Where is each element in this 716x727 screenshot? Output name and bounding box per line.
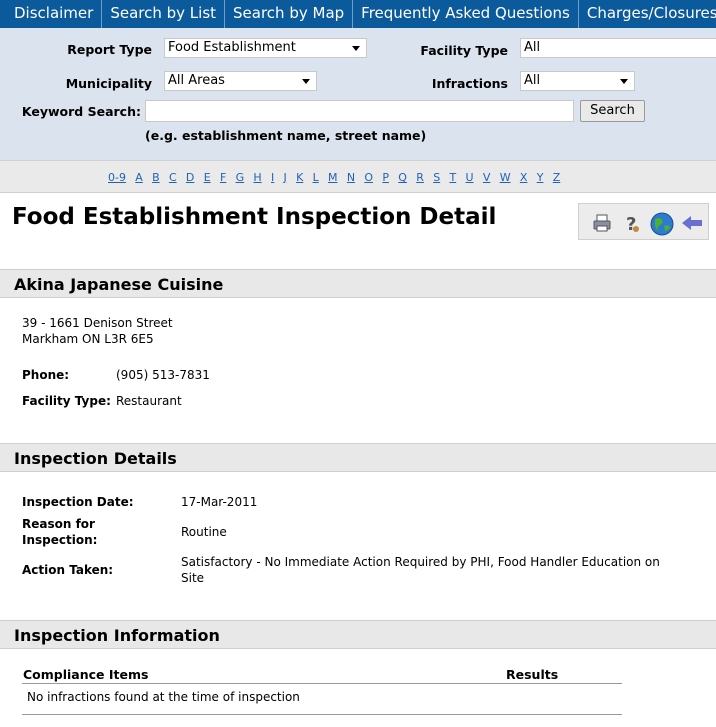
help-icon[interactable]: ? [621, 212, 643, 235]
inspection-info-bar: Inspection Information [0, 620, 716, 649]
keyword-search-input[interactable] [145, 100, 574, 122]
address-line-1: 39 - 1661 Denison Street [22, 316, 173, 330]
search-panel: Report Type Food Establishment Facility … [0, 28, 716, 160]
alpha-link[interactable]: S [433, 171, 440, 184]
alpha-link[interactable]: I [271, 171, 274, 184]
reason-value: Routine [181, 525, 227, 539]
chevron-down-icon [302, 79, 310, 84]
alpha-link[interactable]: J [284, 171, 287, 184]
infractions-value: All [524, 73, 541, 88]
top-nav: Disclaimer Search by List Search by Map … [0, 0, 716, 28]
establishment-section-bar: Akina Japanese Cuisine [0, 269, 716, 298]
alphabet-bar: 0-9 A B C D E F G H I J K L M N O P Q R S T U V W X Y Z [0, 160, 716, 193]
facility-type-detail-label: Facility Type: [22, 394, 111, 408]
nav-search-by-list[interactable]: Search by List [101, 0, 224, 28]
chevron-down-icon [352, 46, 360, 51]
results-header: Results [506, 667, 559, 682]
alpha-link[interactable]: E [204, 171, 211, 184]
alpha-link[interactable]: N [347, 171, 355, 184]
alpha-link[interactable]: B [152, 171, 160, 184]
alpha-link[interactable]: Z [553, 171, 561, 184]
alpha-link[interactable]: U [466, 171, 474, 184]
alpha-link[interactable]: L [313, 171, 319, 184]
report-type-select[interactable]: Food Establishment [164, 38, 367, 58]
alpha-link[interactable]: O [364, 171, 373, 184]
alpha-link[interactable]: M [328, 171, 338, 184]
municipality-label: Municipality [65, 76, 152, 91]
alpha-link[interactable]: V [483, 171, 491, 184]
alpha-link[interactable]: D [186, 171, 194, 184]
alpha-link[interactable]: K [296, 171, 303, 184]
keyword-label: Keyword Search: [21, 104, 141, 119]
compliance-row-text: No infractions found at the time of insp… [27, 690, 300, 704]
action-taken-label: Action Taken: [22, 563, 114, 577]
municipality-value: All Areas [168, 73, 225, 88]
nav-faq[interactable]: Frequently Asked Questions [352, 0, 578, 28]
infractions-select[interactable]: All [520, 71, 635, 91]
inspection-details-heading: Inspection Details [14, 449, 177, 468]
report-type-label: Report Type [67, 42, 152, 57]
address-line-2: Markham ON L3R 6E5 [22, 332, 154, 346]
alpha-link[interactable]: Y [537, 171, 544, 184]
facility-type-value: All [524, 40, 541, 55]
alpha-link[interactable]: C [169, 171, 177, 184]
action-taken-line-1: Satisfactory - No Immediate Action Requi… [181, 555, 660, 569]
alpha-link[interactable]: W [500, 171, 511, 184]
reason-label-line-2: Inspection: [22, 533, 98, 547]
facility-type-label: Facility Type [420, 43, 508, 58]
nav-disclaimer[interactable]: Disclaimer [0, 0, 101, 28]
alpha-link[interactable]: F [220, 171, 226, 184]
alpha-link[interactable]: A [135, 171, 143, 184]
compliance-items-header: Compliance Items [23, 667, 149, 682]
search-button[interactable]: Search [580, 100, 645, 122]
phone-label: Phone: [22, 368, 70, 382]
page-toolbar: ? [578, 203, 709, 240]
printer-icon[interactable] [591, 212, 613, 234]
alpha-link[interactable]: T [449, 171, 456, 184]
table-row: No infractions found at the time of insp… [22, 685, 622, 715]
alpha-link[interactable]: P [382, 171, 389, 184]
municipality-select[interactable]: All Areas [164, 71, 317, 91]
page-title: Food Establishment Inspection Detail [12, 204, 497, 230]
report-type-value: Food Establishment [168, 40, 296, 55]
infractions-label: Infractions [431, 76, 508, 91]
back-arrow-icon[interactable] [680, 212, 702, 234]
phone-value: (905) 513-7831 [116, 368, 210, 382]
alpha-link[interactable]: 0-9 [108, 171, 126, 184]
facility-type-detail-value: Restaurant [116, 394, 182, 408]
action-taken-line-2: Site [181, 571, 205, 585]
alpha-link[interactable]: G [236, 171, 245, 184]
inspection-info-heading: Inspection Information [14, 626, 220, 645]
alpha-link[interactable]: Q [398, 171, 407, 184]
chevron-down-icon [620, 79, 628, 84]
compliance-table-header: Compliance Items Results [22, 664, 622, 684]
alpha-link[interactable]: H [253, 171, 261, 184]
nav-charges-closures[interactable]: Charges/Closures [577, 0, 716, 28]
facility-type-select[interactable]: All [520, 38, 716, 58]
nav-search-by-map[interactable]: Search by Map [224, 0, 352, 28]
inspection-details-bar: Inspection Details [0, 443, 716, 472]
establishment-name: Akina Japanese Cuisine [14, 275, 224, 294]
alphabet-links: 0-9 A B C D E F G H I J K L M N O P Q R S T U V W X Y Z [108, 171, 570, 184]
globe-icon[interactable] [650, 212, 674, 236]
search-hint: (e.g. establishment name, street name) [145, 128, 427, 143]
inspection-date-label: Inspection Date: [22, 495, 134, 509]
reason-label-line-1: Reason for [22, 517, 95, 531]
inspection-date-value: 17-Mar-2011 [181, 495, 258, 509]
alpha-link[interactable]: R [416, 171, 424, 184]
alpha-link[interactable]: X [520, 171, 528, 184]
